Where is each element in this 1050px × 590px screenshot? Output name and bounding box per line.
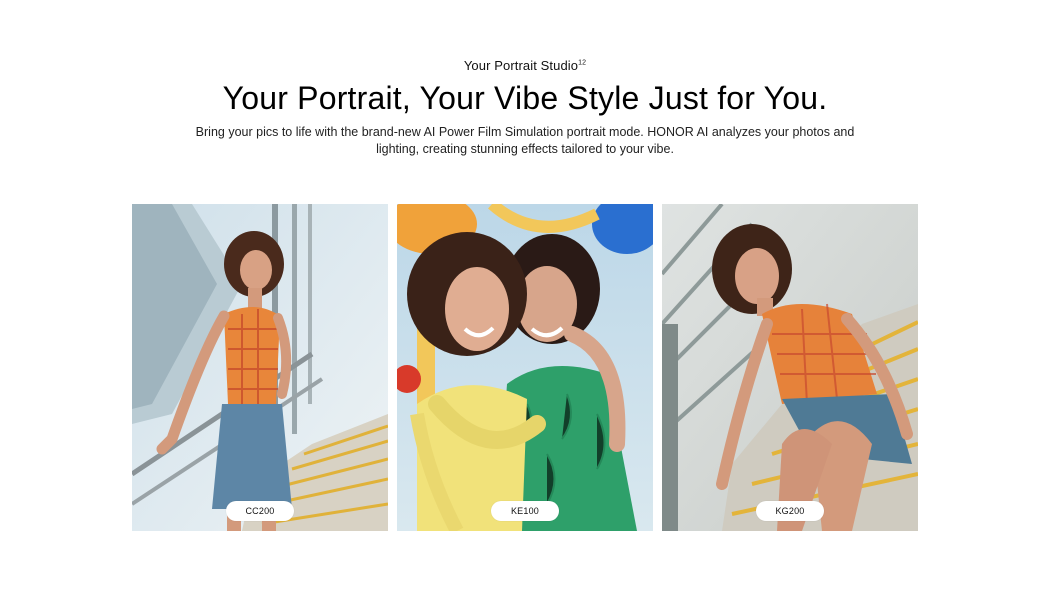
portrait-studio-section: Your Portrait Studio12 Your Portrait, Yo… [0,0,1050,590]
photo-gallery: CC200 KE100 KG200 [132,204,919,531]
eyebrow-text: Your Portrait Studio [463,58,579,73]
portrait-photo-staircase [132,204,388,531]
eyebrow-title: Your Portrait Studio12 [0,58,1050,73]
footnote-ref[interactable]: 12 [578,60,586,67]
photo-card-ke100[interactable]: KE100 [397,204,653,531]
portrait-photo-friends [397,204,653,531]
filter-label-pill[interactable]: CC200 [226,501,294,521]
headline: Your Portrait, Your Vibe Style Just for … [222,80,828,116]
filter-label-pill[interactable]: KE100 [491,501,559,521]
photo-card-cc200[interactable]: CC200 [132,204,388,531]
photo-card-kg200[interactable]: KG200 [662,204,918,531]
filter-label-pill[interactable]: KG200 [756,501,824,521]
description: Bring your pics to life with the brand-n… [195,125,855,156]
portrait-photo-sitting [662,204,918,531]
